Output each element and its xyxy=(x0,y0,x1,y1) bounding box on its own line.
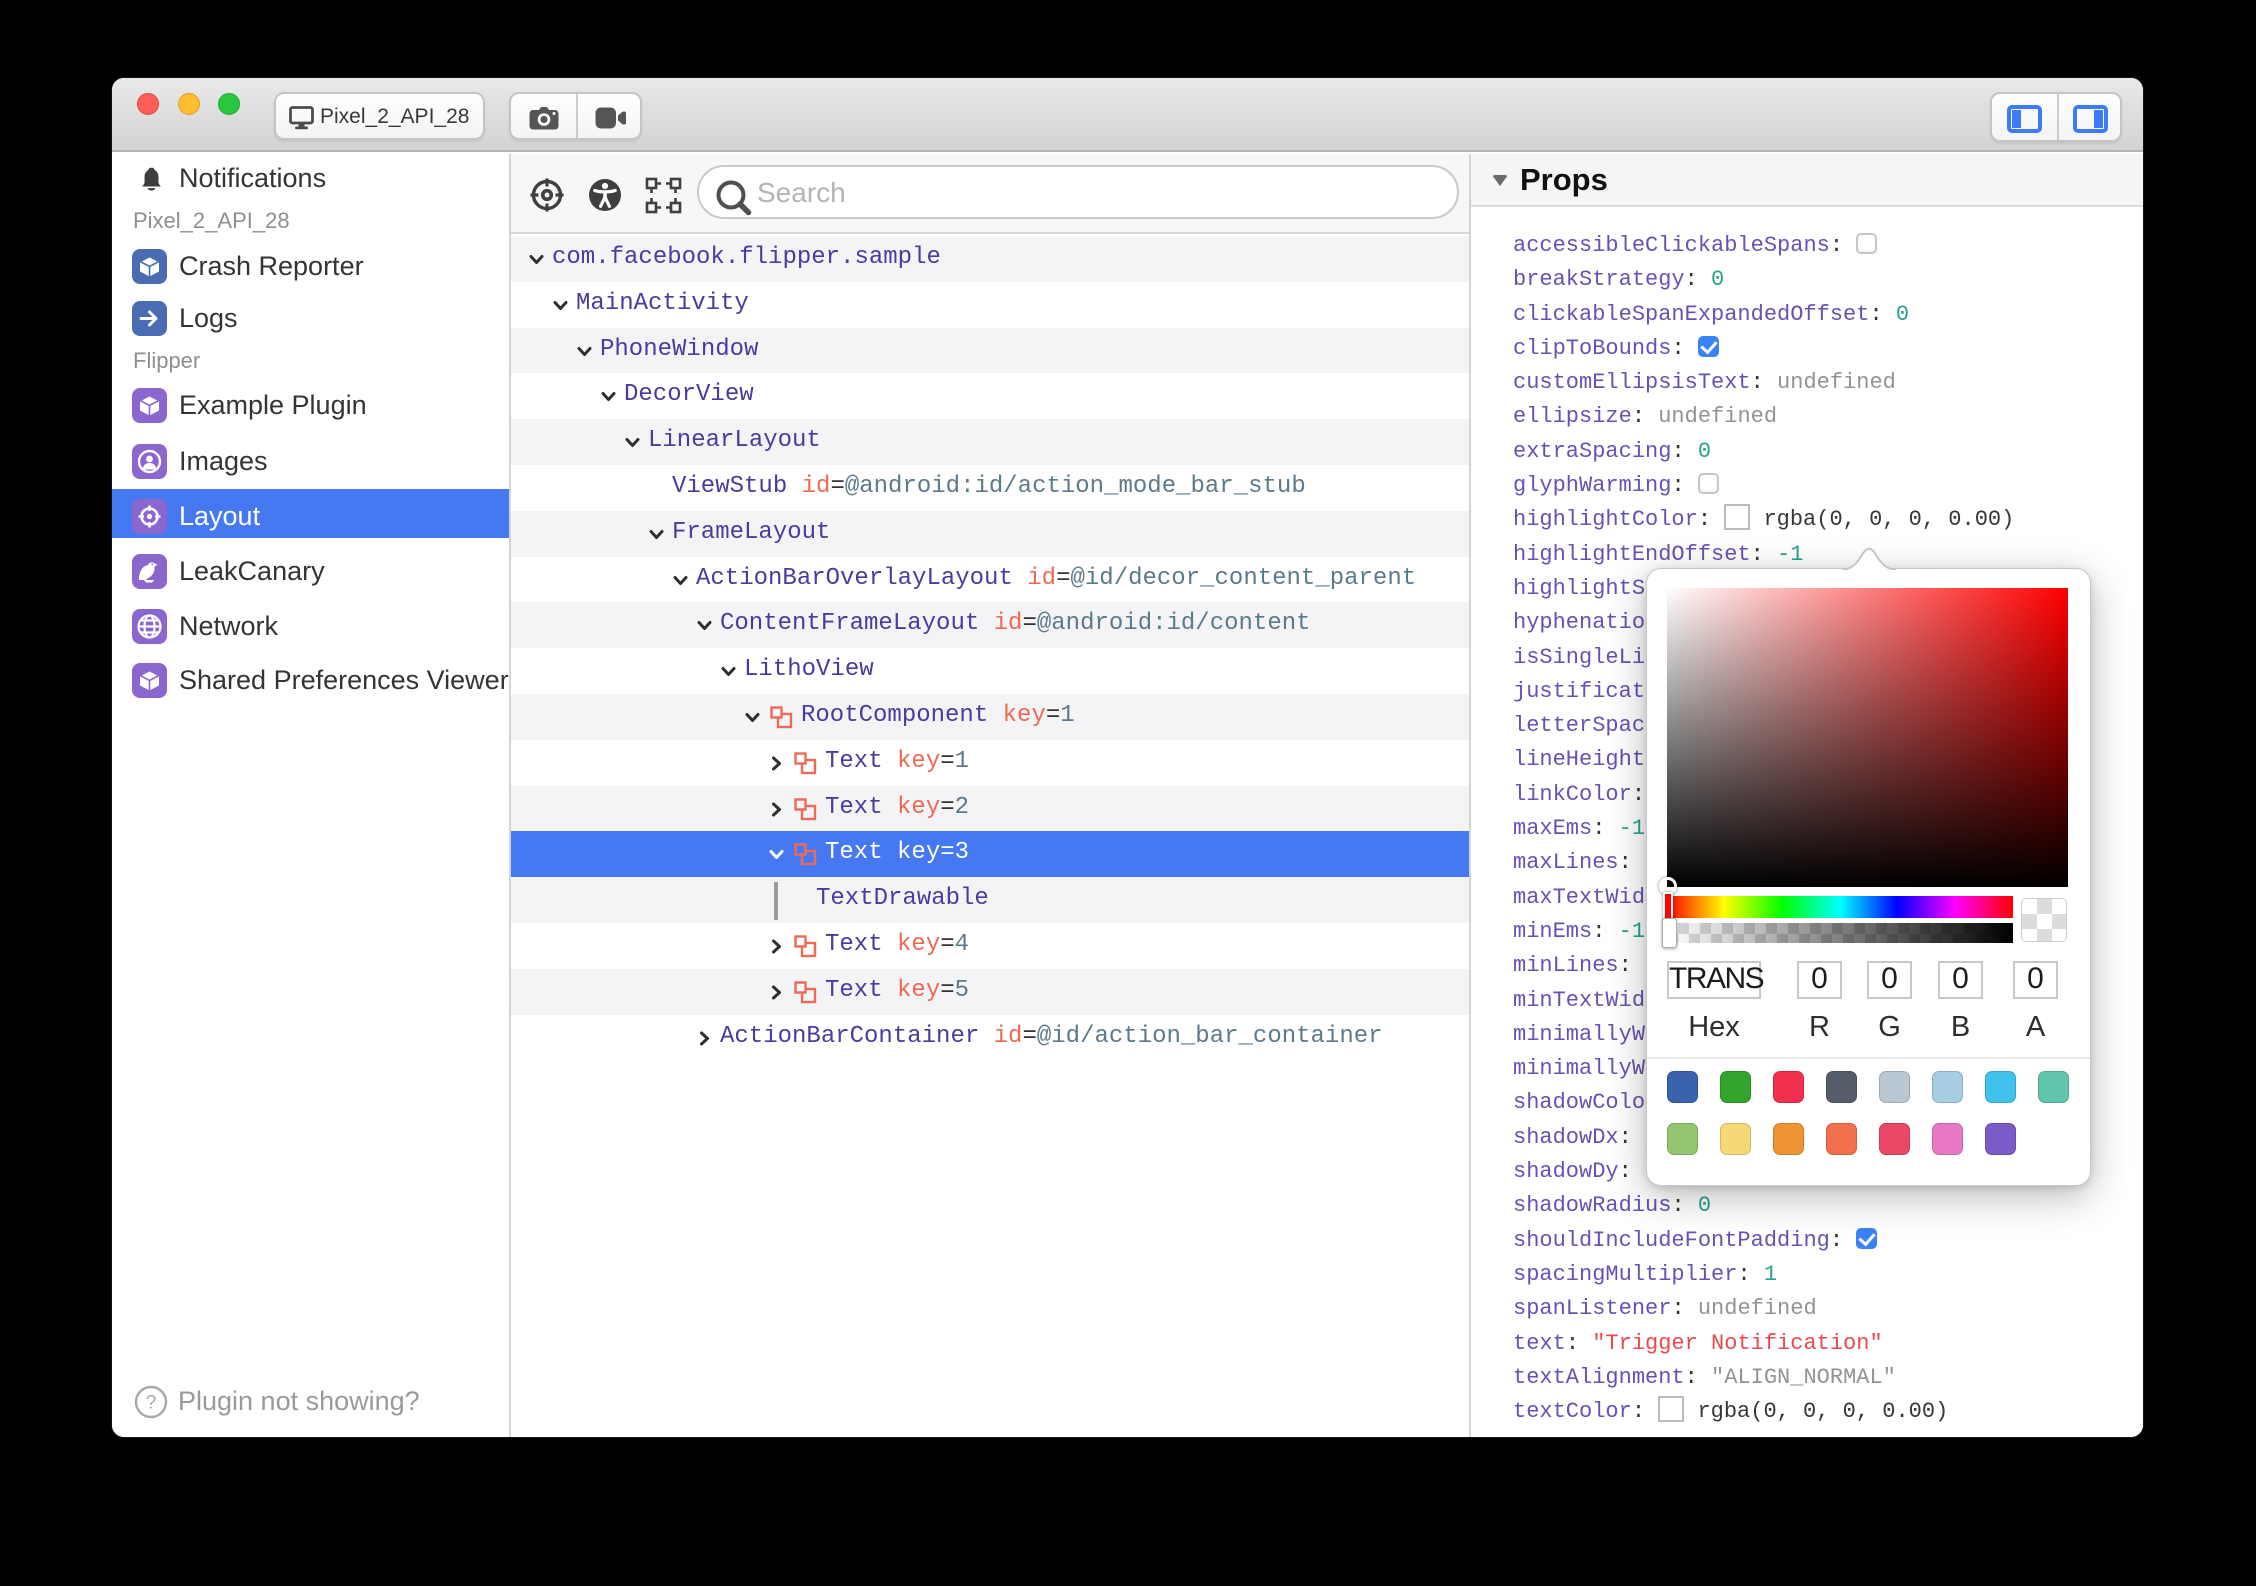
svg-text:?: ? xyxy=(146,1393,157,1414)
